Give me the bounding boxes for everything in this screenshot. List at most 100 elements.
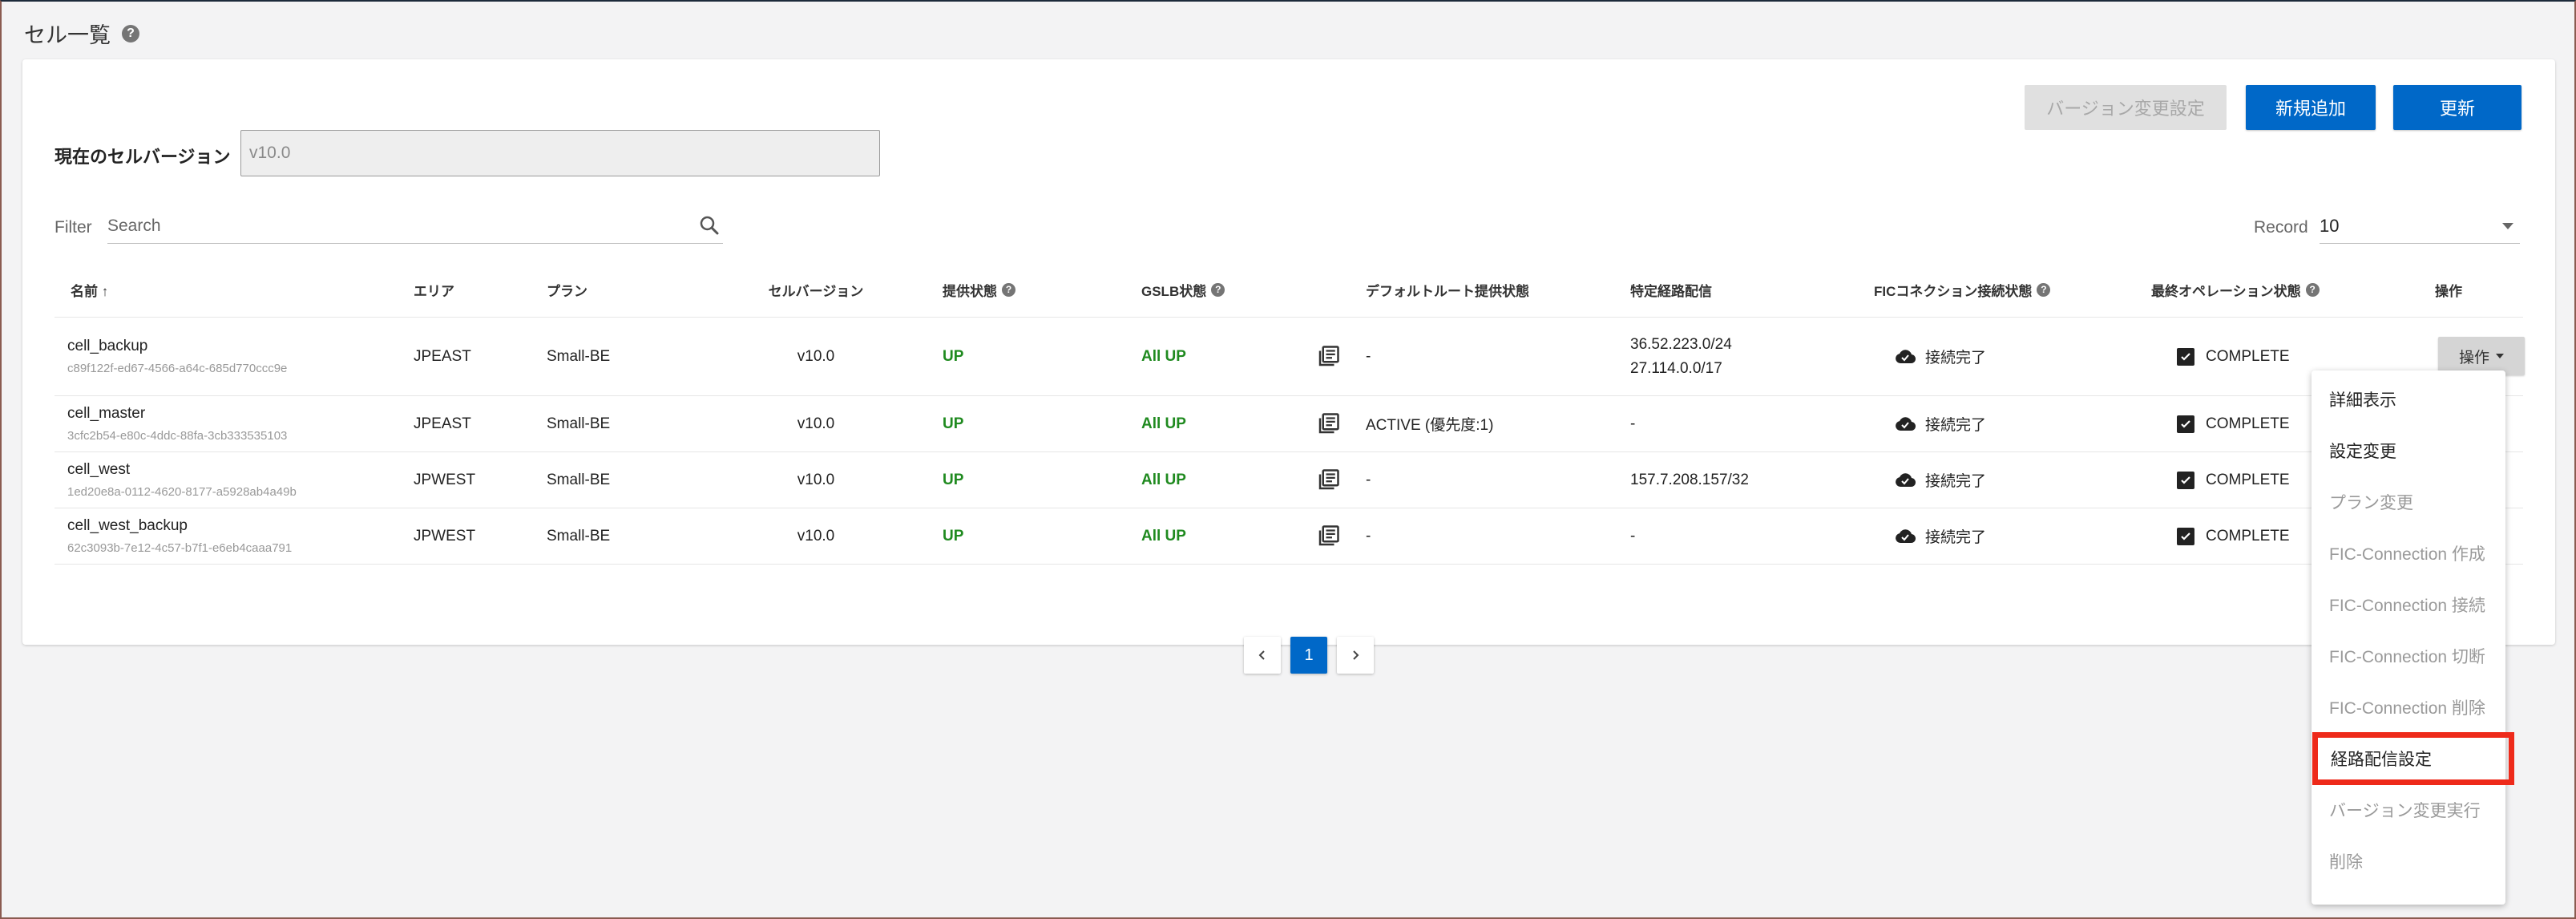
gslb-status: All UP: [1141, 347, 1186, 365]
add-new-button[interactable]: 新規追加: [2246, 85, 2376, 130]
chevron-down-icon: [2502, 222, 2513, 229]
current-version-label: 現在のセルバージョン: [55, 147, 231, 167]
page-title: セル一覧 ?: [24, 18, 139, 49]
search-icon[interactable]: [697, 213, 721, 237]
header-action: 操作: [2435, 283, 2462, 299]
cell-area: JPWEST: [414, 471, 476, 488]
header-specific-route: 特定経路配信: [1630, 283, 1712, 299]
header-area: エリア: [414, 283, 454, 299]
cell-name[interactable]: cell_backup: [67, 338, 287, 355]
menu-item-route-distribution[interactable]: 経路配信設定: [2312, 732, 2514, 785]
checkbox-checked-icon: [2177, 471, 2194, 489]
cell-area: JPEAST: [414, 415, 471, 432]
current-version-field: v10.0: [240, 130, 880, 176]
cell-plan: Small-BE: [547, 471, 611, 488]
status-badge: UP: [943, 347, 964, 365]
help-icon[interactable]: ?: [2037, 282, 2051, 297]
cell-version: v10.0: [797, 415, 835, 432]
record-value: 10: [2320, 215, 2340, 236]
checkbox-checked-icon: [2177, 347, 2194, 366]
default-route: ACTIVE (優先度:1): [1366, 417, 1494, 434]
table-row: cell_master 3cfc2b54-e80c-4ddc-88fa-3cb33…: [55, 396, 2523, 452]
cell-name[interactable]: cell_master: [67, 405, 287, 423]
menu-item-settings[interactable]: 設定変更: [2312, 425, 2505, 476]
default-route: -: [1366, 347, 1371, 365]
default-route: -: [1366, 527, 1371, 545]
menu-item-plan-change: プラン変更: [2329, 494, 2413, 512]
cell-plan: Small-BE: [547, 347, 611, 365]
filter-label: Filter: [55, 218, 92, 237]
menu-item-version-change: バージョン変更実行: [2329, 802, 2481, 820]
last-op-status: COMPLETE: [2206, 415, 2290, 432]
chevron-right-icon: [1353, 650, 1359, 660]
status-badge: UP: [943, 471, 964, 488]
cloud-check-icon: [1896, 416, 1916, 431]
route-item: -: [1630, 527, 1636, 545]
route-item: -: [1630, 415, 1636, 432]
chevron-down-icon: [2496, 354, 2504, 358]
menu-item-fic-delete: FIC-Connection 削除: [2329, 699, 2485, 718]
cell-id: 1ed20e8a-0112-4620-8177-a5928ab4a49b: [67, 485, 297, 499]
cell-id: c89f122f-ed67-4566-a64c-685d770ccc9e: [67, 362, 288, 375]
cell-plan: Small-BE: [547, 527, 611, 545]
route-item: 27.114.0.0/17: [1630, 359, 1722, 377]
action-dropdown-menu: 詳細表示 設定変更 プラン変更 FIC-Connection 作成 FIC-Co…: [2312, 370, 2514, 905]
page-title-text: セル一覧: [24, 23, 111, 47]
help-icon[interactable]: ?: [122, 24, 139, 43]
route-item: 157.7.208.157/32: [1630, 471, 1749, 488]
cell-id: 62c3093b-7e12-4c57-b7f1-e6eb4caaa791: [67, 541, 293, 555]
cell-plan: Small-BE: [547, 415, 611, 432]
version-change-setting-button[interactable]: バージョン変更設定: [2025, 85, 2227, 130]
action-menu-label: 操作: [2458, 349, 2489, 366]
action-menu-button[interactable]: 操作: [2438, 337, 2525, 375]
cell-name[interactable]: cell_west_backup: [67, 517, 292, 535]
help-icon[interactable]: ?: [1002, 282, 1015, 297]
cell-list-card: バージョン変更設定 新規追加 更新 現在のセルバージョン v10.0 Filte…: [22, 59, 2555, 674]
cell-area: JPEAST: [414, 347, 471, 365]
table-row: cell_west_backup 62c3093b-7e12-4c57-b7f1-…: [55, 508, 2523, 565]
fic-status: 接続完了: [1925, 473, 1987, 490]
pagination: 1: [1244, 637, 1374, 674]
status-badge: UP: [943, 415, 964, 432]
gslb-status: All UP: [1141, 415, 1186, 432]
table-row: cell_backup c89f122f-ed67-4566-a64c-685d7…: [55, 318, 2525, 396]
checkbox-checked-icon: [2177, 527, 2194, 545]
last-op-status: COMPLETE: [2206, 527, 2290, 545]
document-list-icon[interactable]: [1316, 412, 1340, 436]
menu-item-fic-create: FIC-Connection 作成: [2329, 545, 2485, 564]
cell-version: v10.0: [797, 347, 835, 365]
header-default-route: デフォルトルート提供状態: [1366, 283, 1529, 299]
fic-status: 接続完了: [1925, 417, 1987, 434]
header-gslb-status: GSLB状態?: [1141, 261, 1225, 318]
cell-name[interactable]: cell_west: [67, 461, 297, 479]
header-last-op: 最終オペレーション状態?: [2151, 261, 2320, 318]
cell-version: v10.0: [797, 527, 835, 545]
table-row: cell_west 1ed20e8a-0112-4620-8177-a5928ab…: [55, 452, 2523, 508]
help-icon[interactable]: ?: [1211, 282, 1225, 297]
prev-page-button[interactable]: [1244, 637, 1281, 674]
document-list-icon[interactable]: [1316, 345, 1340, 369]
status-badge: UP: [943, 527, 964, 545]
refresh-button[interactable]: 更新: [2393, 85, 2521, 130]
document-list-icon[interactable]: [1316, 468, 1340, 492]
page-button-1[interactable]: 1: [1290, 637, 1327, 674]
record-label: Record: [2254, 218, 2308, 237]
search-field: [107, 208, 723, 244]
default-route: -: [1366, 471, 1371, 488]
help-icon[interactable]: ?: [2305, 282, 2320, 297]
next-page-button[interactable]: [1337, 637, 1374, 674]
record-select[interactable]: 10: [2320, 208, 2520, 244]
search-input[interactable]: [107, 216, 668, 236]
cell-id: 3cfc2b54-e80c-4ddc-88fa-3cb333535103: [67, 429, 288, 443]
menu-item-detail[interactable]: 詳細表示: [2312, 374, 2505, 425]
cell-version: v10.0: [797, 471, 835, 488]
gslb-status: All UP: [1141, 527, 1186, 545]
table-header: 名前 ↑ エリア プラン セルバージョン 提供状態? GSLB状態? デフォルト…: [55, 261, 2523, 318]
cloud-check-icon: [1896, 349, 1916, 363]
header-plan: プラン: [547, 283, 587, 299]
header-fic-status: FICコネクション接続状態?: [1874, 261, 2051, 318]
chevron-left-icon: [1258, 650, 1265, 660]
last-op-status: COMPLETE: [2206, 347, 2290, 365]
document-list-icon[interactable]: [1316, 524, 1340, 549]
header-name[interactable]: 名前 ↑: [71, 261, 108, 318]
